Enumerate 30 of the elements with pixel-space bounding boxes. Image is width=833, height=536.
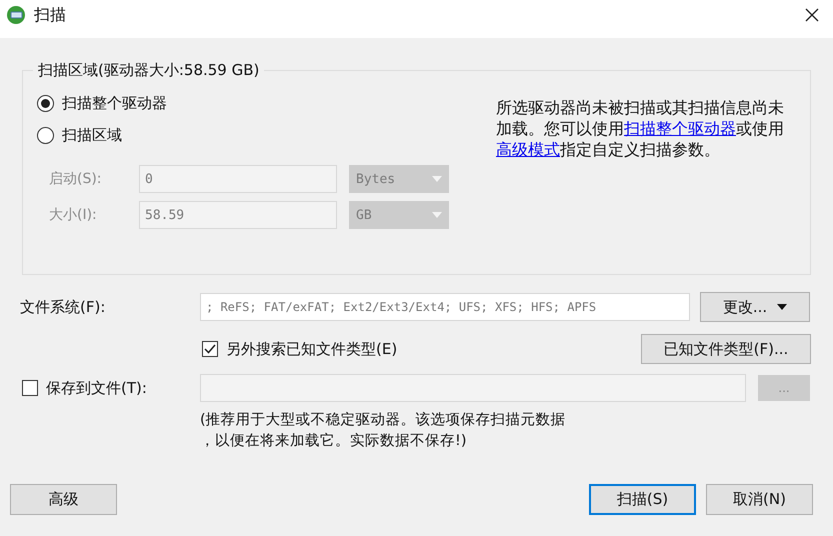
close-icon[interactable] [805,8,819,22]
field-label: 文件系统(F): [20,298,106,316]
info-text: 所选驱动器尚未被扫描或其扫描信息尚未加载。您可以使用扫描整个驱动器或使用 高级模式指定自定义扫描参数。 [496,97,785,161]
dropdown-arrow-icon [432,176,442,182]
field-label: 大小(I): [49,206,98,224]
file-path-field[interactable] [200,374,746,402]
radio-button[interactable] [37,94,54,112]
field-label: 启动(S): [49,170,103,188]
group-title: 扫描区域(驱动器大小:58.59 GB) [33,61,264,80]
dialog-button[interactable]: 扫描(S) [589,484,696,515]
dialog-button[interactable]: 高级 [10,484,117,515]
change-button[interactable]: 更改... [700,292,810,322]
file-system-field[interactable]: ; ReFS; FAT/exFAT; Ext2/Ext3/Ext4; UFS; XFS; HFS; APFS [200,293,690,321]
radio-label: 扫描整个驱动器 [62,94,167,112]
checkbox-label: 另外搜索已知文件类型(E) [226,340,398,358]
dropdown-arrow-icon [432,212,442,218]
app-icon [6,5,26,25]
checkbox[interactable] [22,380,38,396]
checkbox-label: 保存到文件(T): [46,378,147,398]
caret-icon [777,304,788,310]
radio-label: 扫描区域 [62,126,122,144]
link[interactable]: 高级模式 [496,140,560,159]
checkbox[interactable] [202,341,218,357]
window-title: 扫描 [34,4,66,26]
note-text: (推荐用于大型或不稳定驱动器。该选项保存扫描元数据 [200,410,566,430]
known-types-button[interactable]: 已知文件类型(F)... [641,334,811,364]
dialog-button[interactable]: 取消(N) [706,484,813,515]
radio-button[interactable] [37,126,54,144]
link[interactable]: 扫描整个驱动器 [624,119,736,138]
note-text: ，以便在将来加载它。实际数据不保存!) [200,432,466,451]
